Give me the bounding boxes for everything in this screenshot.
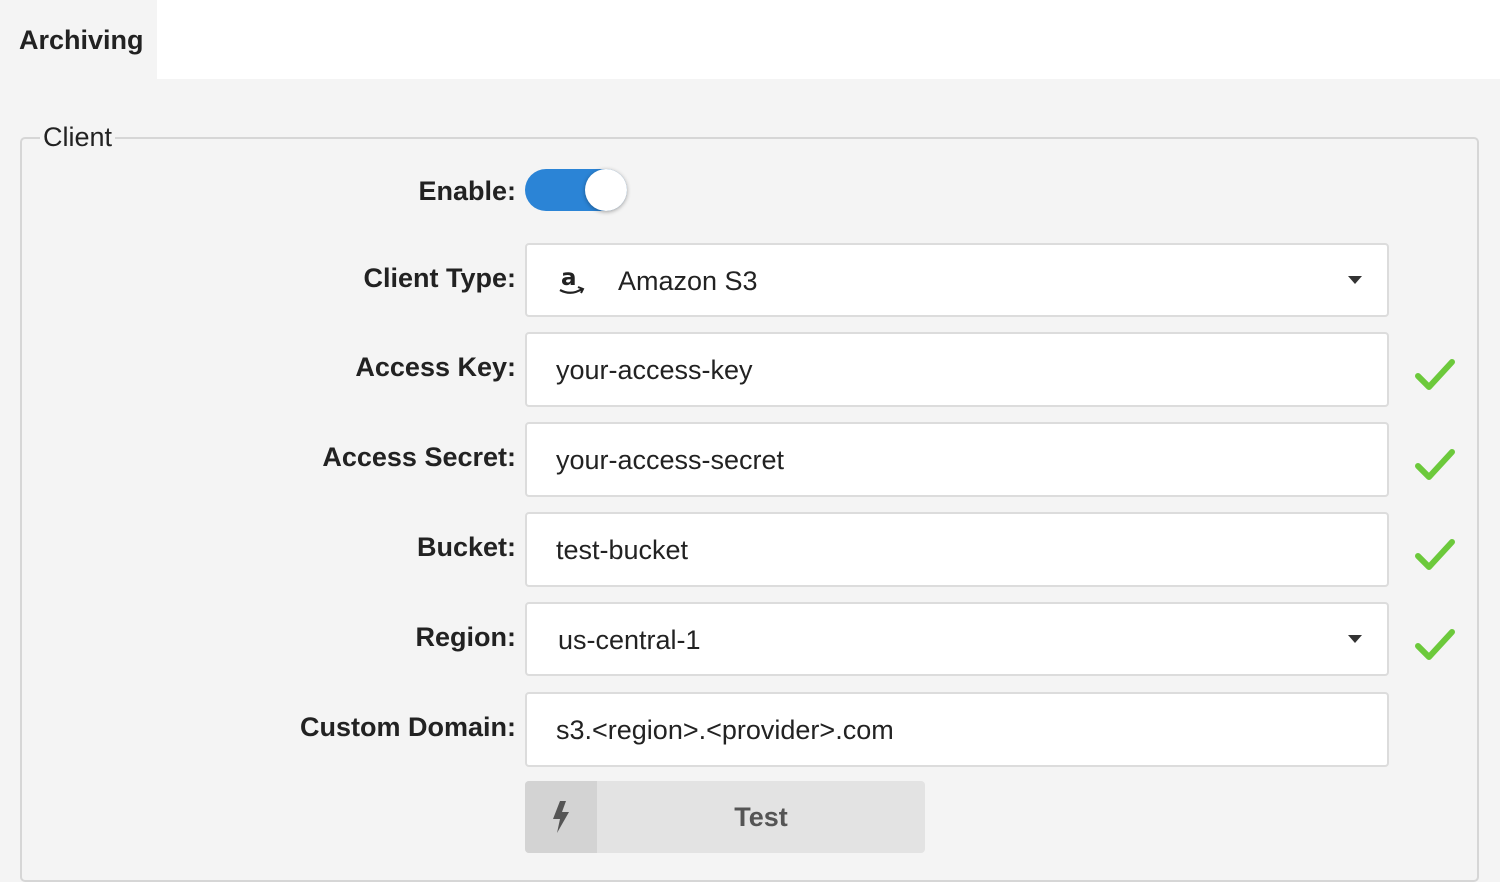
check-icon [1415,359,1455,390]
amazon-icon: a [559,265,585,294]
svg-text:a: a [561,265,577,291]
region-label: Region: [415,622,517,652]
custom-domain-label: Custom Domain: [300,712,516,742]
tab-archiving[interactable]: Archiving [0,0,157,79]
client-type-label: Client Type: [363,263,516,293]
tab-bar: Archiving [0,0,1500,79]
region-value: us-central-1 [558,625,701,655]
bucket-value: test-bucket [556,535,689,565]
toggle-knob [585,169,627,211]
custom-domain-value: s3.<region>.<provider>.com [556,715,894,745]
access-secret-field[interactable]: your-access-secret [525,422,1389,497]
test-button-label: Test [734,802,788,832]
chevron-down-icon [1348,276,1362,284]
client-section: Client [20,122,1479,882]
check-icon [1415,449,1455,480]
check-icon [1415,539,1455,570]
section-legend: Client [43,122,113,152]
enable-toggle[interactable] [525,169,627,211]
enable-label: Enable: [418,176,516,206]
chevron-down-icon [1348,635,1362,643]
bucket-field[interactable]: test-bucket [525,512,1389,587]
access-secret-label: Access Secret: [322,442,516,472]
test-button[interactable]: Test [525,781,925,853]
client-type-value: Amazon S3 [618,266,758,296]
bucket-label: Bucket: [416,532,516,562]
access-key-label: Access Key: [355,352,516,382]
access-secret-value: your-access-secret [556,445,785,475]
custom-domain-field[interactable]: s3.<region>.<provider>.com [525,692,1389,767]
client-type-select[interactable]: a Amazon S3 [525,243,1389,317]
region-select[interactable]: us-central-1 [525,602,1389,676]
access-key-value: your-access-key [556,355,753,385]
access-key-field[interactable]: your-access-key [525,332,1389,407]
test-button-icon-area [525,781,597,853]
check-icon [1415,629,1455,660]
lightning-icon [553,801,569,833]
